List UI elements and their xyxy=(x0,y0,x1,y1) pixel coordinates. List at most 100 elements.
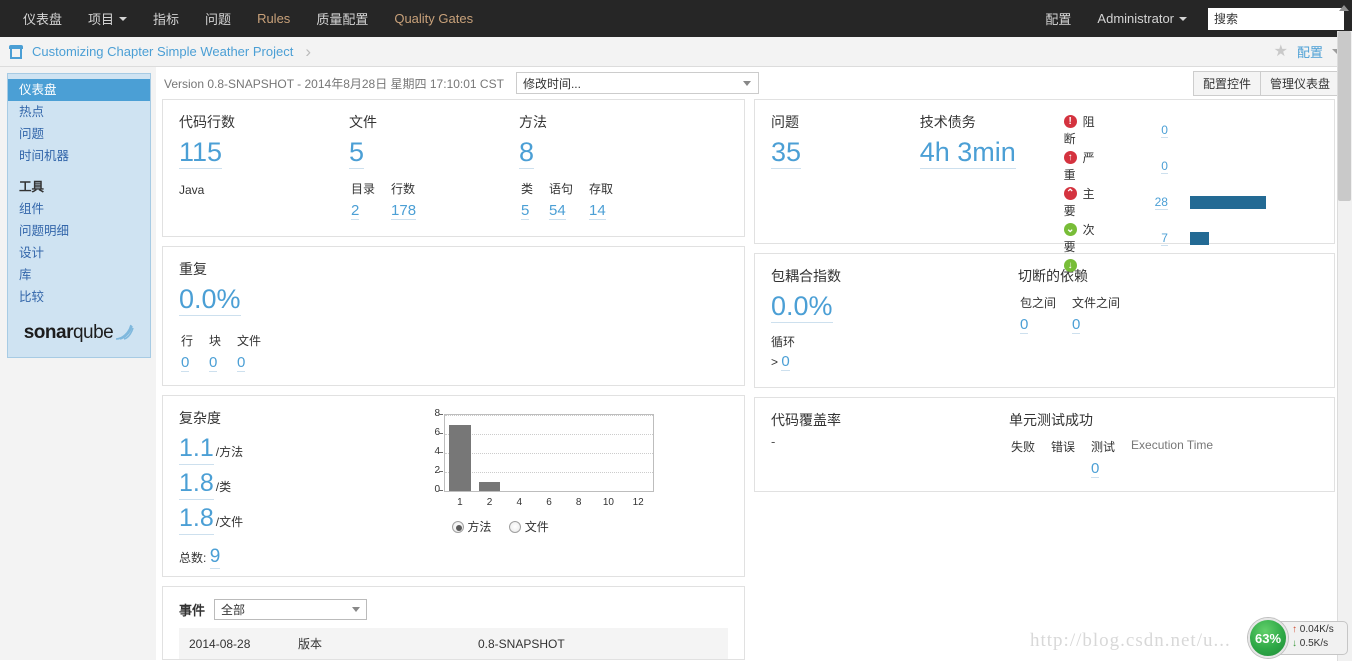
table-row: ! 阻断 0 xyxy=(1063,112,1318,148)
project-config-link[interactable]: 配置 xyxy=(1297,42,1323,61)
nav-item-user-menu[interactable]: Administrator xyxy=(1084,0,1200,37)
dashboard-toolbar: Version 0.8-SNAPSHOT - 2014年8月28日 星期四 17… xyxy=(158,67,1344,99)
nav-item-settings[interactable]: 配置 xyxy=(1032,0,1084,37)
lines-of-code-block: 代码行数 115 Java xyxy=(179,112,349,222)
sidebar-item-issues[interactable]: 问题 xyxy=(8,123,150,145)
nav-item-metrics[interactable]: 指标 xyxy=(140,0,192,37)
chevron-down-icon xyxy=(1179,16,1187,21)
submetric-value[interactable]: 5 xyxy=(521,202,530,220)
submetric-value[interactable]: 0 xyxy=(1072,316,1081,334)
sidebar-item-components[interactable]: 组件 xyxy=(8,198,150,220)
breadcrumb-project-link[interactable]: Customizing Chapter Simple Weather Proje… xyxy=(32,44,293,59)
code-coverage-value: - xyxy=(771,434,776,449)
event-name: 0.8-SNAPSHOT xyxy=(468,628,728,659)
radio-button-icon xyxy=(452,521,464,533)
complexity-distribution-chart: 02468 1 2 4 6 8 10 12 方法 文件 xyxy=(424,408,654,569)
nav-item-dashboard[interactable]: 仪表盘 xyxy=(10,0,75,37)
submetric-label: 行 xyxy=(181,334,194,348)
radio-method[interactable]: 方法 xyxy=(452,518,491,535)
cpu-usage-indicator[interactable]: 63% xyxy=(1248,618,1288,658)
nav-item-rules[interactable]: Rules xyxy=(244,0,303,37)
chart-gridline xyxy=(445,453,653,454)
network-monitor-widget[interactable]: ↑ 0.04K/s ↓ 0.5K/s 63% xyxy=(1248,618,1348,658)
technical-debt-value[interactable]: 4h 3min xyxy=(919,136,1016,169)
sidebar-item-time-machine[interactable]: 时间机器 xyxy=(8,145,150,167)
scrollbar-thumb[interactable] xyxy=(1338,31,1351,201)
events-filter-select[interactable]: 全部 xyxy=(214,599,368,620)
toolbar-buttons: 配置控件 管理仪表盘 xyxy=(1192,70,1340,96)
events-table: 2014-08-28 版本 0.8-SNAPSHOT xyxy=(179,628,728,659)
lines-of-code-value[interactable]: 115 xyxy=(179,136,223,169)
nav-item-projects[interactable]: 项目 xyxy=(75,0,140,37)
complexity-total-row: 总数: 9 xyxy=(179,546,424,569)
duplications-value[interactable]: 0.0% xyxy=(179,283,241,316)
search-input[interactable]: 搜索 xyxy=(1208,7,1344,30)
duplications-submetrics-table: 行 块 文件 0 0 0 xyxy=(179,330,277,374)
table-row: ⌃ 主要 28 xyxy=(1063,184,1318,220)
chart-gridline xyxy=(445,472,653,473)
submetric-value[interactable]: 0 xyxy=(1020,316,1029,334)
issues-title: 问题 xyxy=(771,114,799,130)
sidebar-item-compare[interactable]: 比较 xyxy=(8,286,150,308)
chart-y-tick-mark xyxy=(439,433,443,434)
complexity-per-method-row: 1.1/方法 xyxy=(179,432,424,465)
chart-gridline xyxy=(445,415,653,416)
cycles-value[interactable]: 0 xyxy=(781,353,790,371)
severity-count[interactable]: 0 xyxy=(1161,159,1168,174)
duplications-widget: 重复 0.0% 行 块 文件 0 0 0 xyxy=(162,246,745,386)
severity-count[interactable]: 28 xyxy=(1154,195,1168,210)
page-body: 仪表盘 热点 问题 时间机器 工具 组件 问题明细 设计 库 比较 sonarq… xyxy=(0,5,1352,661)
page-scrollbar[interactable] xyxy=(1337,5,1352,661)
severity-count[interactable]: 0 xyxy=(1161,123,1168,138)
sidebar-item-issue-drilldown[interactable]: 问题明细 xyxy=(8,220,150,242)
complexity-per-file-unit: /文件 xyxy=(215,515,244,529)
complexity-per-file-value[interactable]: 1.8 xyxy=(179,502,214,535)
manage-dashboards-button[interactable]: 管理仪表盘 xyxy=(1260,70,1340,96)
submetric-value[interactable]: 54 xyxy=(549,202,566,220)
cycles-label: 循环 xyxy=(771,335,796,349)
nav-item-quality-profiles[interactable]: 质量配置 xyxy=(303,0,381,37)
upload-speed: 0.04K/s xyxy=(1299,624,1334,635)
widget-column-left: 代码行数 115 Java 文件 5 目录 行数 2 178 方法 8 类 语句… xyxy=(162,99,745,660)
submetric-value[interactable]: 0 xyxy=(209,354,218,372)
package-coupling-value[interactable]: 0.0% xyxy=(771,290,833,323)
nav-item-quality-gates[interactable]: Quality Gates xyxy=(381,0,486,37)
minor-icon: ⌄ xyxy=(1063,223,1077,236)
complexity-per-method-value[interactable]: 1.1 xyxy=(179,432,214,465)
sidebar-item-libraries[interactable]: 库 xyxy=(8,264,150,286)
severity-count[interactable]: 7 xyxy=(1161,231,1168,246)
nav-item-issues[interactable]: 问题 xyxy=(192,0,244,37)
chart-y-tick-mark xyxy=(439,414,443,415)
complexity-per-class-value[interactable]: 1.8 xyxy=(179,467,214,500)
radio-file[interactable]: 文件 xyxy=(509,518,549,535)
chart-y-tick-mark xyxy=(439,471,443,472)
submetric-value[interactable]: 0 xyxy=(181,354,190,372)
nav-item-label: 仪表盘 xyxy=(23,12,63,27)
favorite-star-icon[interactable]: ★ xyxy=(1274,43,1288,60)
submetric-value[interactable]: 0 xyxy=(1091,460,1100,478)
sidebar-item-hotspots[interactable]: 热点 xyxy=(8,101,150,123)
submetric-value[interactable]: 2 xyxy=(351,202,360,220)
submetric-value[interactable]: 0 xyxy=(237,354,246,372)
complexity-per-class-row: 1.8/类 xyxy=(179,467,424,500)
configure-widgets-button[interactable]: 配置控件 xyxy=(1192,70,1261,96)
nav-item-label: 指标 xyxy=(153,12,180,27)
sidebar-item-dashboard[interactable]: 仪表盘 xyxy=(8,79,150,101)
files-value[interactable]: 5 xyxy=(349,136,365,169)
scroll-up-icon[interactable] xyxy=(1339,5,1349,11)
sidebar-item-design[interactable]: 设计 xyxy=(8,242,150,264)
chevron-down-icon xyxy=(119,16,128,21)
complexity-total-value[interactable]: 9 xyxy=(209,546,221,569)
submetric-value[interactable]: 178 xyxy=(391,202,417,220)
widget-column-right: 问题 35 技术债务 4h 3min ! 阻断 0 ↑ 严重 0 ⌃ 主要 28… xyxy=(754,99,1335,660)
breadcrumb-bar: Customizing Chapter Simple Weather Proje… xyxy=(0,37,1352,67)
functions-value[interactable]: 8 xyxy=(519,136,535,169)
project-icon xyxy=(8,44,24,59)
chevron-down-icon xyxy=(352,607,361,612)
events-title: 事件 xyxy=(179,603,206,618)
submetric-value[interactable]: 14 xyxy=(589,202,606,220)
time-changes-select[interactable]: 修改时间... xyxy=(515,72,759,94)
submetric-label: 文件 xyxy=(237,334,262,348)
sidebar-item-label: 库 xyxy=(19,268,32,282)
issues-value[interactable]: 35 xyxy=(771,136,802,169)
